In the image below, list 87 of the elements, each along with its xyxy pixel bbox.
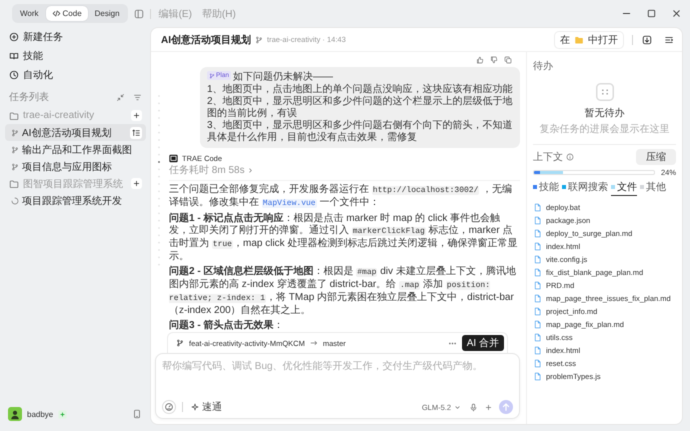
gauge-icon[interactable] (162, 400, 176, 414)
collapse-icon[interactable] (116, 92, 125, 102)
reply-paragraph: 三个问题已全部修复完成，开发服务器运行在 http://localhost:3002/ ，无编译错误。修改集中在 MapView.vue 一个文件中： (169, 184, 514, 210)
file-icon (533, 281, 542, 290)
file-icon (533, 203, 542, 212)
mode-tab[interactable]: Work (14, 6, 45, 21)
chevron-right-icon[interactable] (246, 167, 254, 174)
reply-paragraph: 问题1 - 标记点点击无响应：根因是点击 marker 时 map 的 click 事件也会触发，立即关闭了刚打开的弹窗。通过引入 markerClickFlag 标志位，marker 点击时置为 true，map click 处理器检测到标志后跳过关闭逻辑，确保弹窗正常显示。 (169, 212, 518, 262)
mode-button[interactable]: 速通 (189, 400, 224, 414)
legend-tab[interactable]: 技能 (533, 180, 559, 196)
add-icon[interactable] (131, 178, 142, 189)
thumbs-up-icon[interactable] (476, 56, 484, 64)
file-icon (533, 359, 542, 368)
task-item[interactable]: AI创意活动项目规划 (5, 124, 146, 141)
nav-item[interactable]: 技能 (5, 46, 146, 65)
file-icon (533, 346, 542, 355)
list-icon[interactable] (130, 126, 142, 138)
microphone-icon[interactable] (469, 402, 478, 412)
task-item[interactable]: 项目信息与应用图标 (5, 158, 146, 175)
section-title: 上下文 (533, 150, 563, 164)
sidebar-toggle-icon[interactable] (134, 8, 144, 18)
empty-title: 暂无待办 (584, 106, 624, 120)
branch-icon (11, 162, 19, 170)
book-icon (9, 50, 19, 60)
section-title: 待办 (533, 60, 554, 73)
message-text: 1、地图页中，点击地图上的单个问题点没响应，这块应该有相应功能 (207, 84, 513, 96)
message-text: 如下问题仍未解决—— (233, 72, 334, 82)
clock-icon (9, 70, 19, 80)
close-icon[interactable] (671, 8, 682, 19)
task-item[interactable]: 输出产品和工作界面截图 (5, 141, 146, 158)
sparkle-icon (191, 403, 199, 411)
spinner-icon (11, 196, 19, 204)
compress-button[interactable]: 压缩 (636, 149, 676, 165)
chevron-down-icon (454, 404, 461, 410)
reply-paragraph: 问题2 - 区域信息栏层级低于地图：根因是 #map div 未建立层叠上下文，腾讯地图内部元素的高 z-index 穿透覆盖了 district-bar。给 .map 添加 position: relative; z-index: 1，将 TMap 内部元素困在独立层叠上下文中，district-bar（z-index 200）自然在其之上。 (169, 266, 517, 316)
empty-hint: 复杂任务的进展会显示在这里 (540, 122, 670, 136)
branch-icon (11, 128, 19, 136)
folder-icon (9, 110, 19, 120)
filter-icon[interactable] (133, 92, 142, 102)
file-icon (533, 216, 542, 225)
branch-icon (176, 339, 184, 347)
folder-icon (574, 34, 584, 44)
thumbs-down-icon[interactable] (490, 56, 498, 64)
file-link[interactable]: MapView.vue (262, 198, 317, 208)
copy-icon[interactable] (504, 56, 512, 64)
sparkle-badge-icon (58, 410, 68, 418)
folder-icon (9, 178, 19, 188)
file-icon (533, 255, 542, 264)
message-text: 2、地图页中，显示思明区和多少件问题的这个栏显示上的层级低于地图的当前比例，有误 (207, 96, 513, 120)
legend-tab[interactable]: 其他 (640, 180, 666, 196)
code-icon (52, 9, 61, 18)
legend-tab[interactable]: 文件 (611, 180, 637, 196)
nav-item[interactable]: 新建任务 (5, 27, 146, 46)
side-panel-icon[interactable] (664, 34, 674, 44)
file-icon (533, 320, 542, 329)
add-icon[interactable] (484, 402, 493, 412)
open-in-button[interactable]: 在 中打开 (554, 30, 624, 48)
app-logo-icon (169, 154, 178, 163)
file-icon (533, 268, 542, 277)
maximize-icon[interactable] (646, 8, 657, 19)
reply-paragraph: 问题3 - 箭头点击无效果： (169, 320, 284, 332)
mode-tab[interactable]: Design (88, 6, 126, 21)
task-item[interactable]: 项目跟踪管理系统开发 (5, 192, 146, 209)
nav-item[interactable]: 自动化 (5, 65, 146, 84)
file-icon (533, 229, 542, 238)
file-icon (533, 294, 542, 303)
section-title: 任务列表 (9, 90, 49, 104)
branch-icon (11, 146, 19, 154)
new-task-icon (9, 32, 19, 42)
file-icon (533, 372, 542, 381)
mode-tab[interactable]: Code (46, 6, 88, 21)
empty-list-icon (596, 83, 614, 101)
arrow-right-icon (310, 339, 318, 347)
avatar-icon[interactable] (8, 407, 22, 421)
file-icon (533, 333, 542, 342)
file-icon (533, 307, 542, 316)
merge-button[interactable]: AI 合并 (462, 335, 504, 351)
task-title: AI创意活动项目规划 (161, 34, 251, 46)
branch-icon (255, 36, 263, 44)
plan-icon (209, 72, 215, 78)
legend-tab[interactable]: 联网搜索 (562, 180, 608, 196)
info-icon[interactable] (566, 153, 574, 161)
message-text: 3、地图页中，显示思明区和多少件问题右侧有个向下的箭头，不知道具体是什么作用，目前也没有点击效果，需修复 (207, 120, 513, 144)
file-icon (533, 242, 542, 251)
phone-icon[interactable] (132, 409, 142, 419)
user-name: badbye (27, 410, 54, 418)
add-icon[interactable] (131, 110, 142, 121)
